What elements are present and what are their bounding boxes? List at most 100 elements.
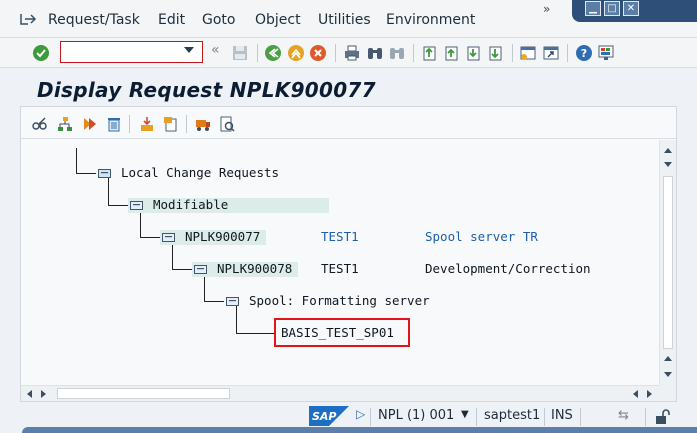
tree-connector <box>140 210 141 237</box>
release-icon[interactable] <box>138 115 156 133</box>
command-field[interactable] <box>60 41 203 63</box>
svg-text:?: ? <box>581 47 587 60</box>
horizontal-scrollbar[interactable] <box>21 385 659 401</box>
collapse-toolbar-icon[interactable]: « <box>211 42 220 58</box>
status-separator <box>370 408 371 426</box>
hierarchy-icon[interactable] <box>56 115 74 133</box>
sap-logo: SAP <box>309 406 349 426</box>
status-expand-icon[interactable]: ▷ <box>356 407 365 421</box>
menu-edit[interactable]: Edit <box>158 12 185 28</box>
scroll-down-icon[interactable] <box>664 162 672 167</box>
scroll-thumb[interactable] <box>57 388 230 399</box>
documentation-icon[interactable] <box>218 115 236 133</box>
task-id: NPLK900078 <box>217 261 293 276</box>
previous-page-icon[interactable] <box>443 44 461 62</box>
request-owner: TEST1 <box>321 229 359 244</box>
tree-connector <box>172 269 192 270</box>
tree-connector <box>140 237 160 238</box>
next-page-icon[interactable] <box>465 44 483 62</box>
maximize-icon[interactable]: □ <box>604 1 620 16</box>
toolbar-separator <box>512 44 513 62</box>
print-icon[interactable] <box>343 44 361 62</box>
title-bar: Display Request NPLK900077 <box>20 76 677 106</box>
node-label: Local Change Requests <box>121 165 280 180</box>
status-separator <box>645 408 646 426</box>
menu-utilities[interactable]: Utilities <box>318 12 371 28</box>
generate-shortcut-icon[interactable] <box>542 44 560 62</box>
folder-open-icon[interactable] <box>162 232 175 242</box>
menu-object[interactable]: Object <box>255 12 301 28</box>
exit-menu-icon[interactable] <box>18 11 38 27</box>
back-icon[interactable] <box>264 44 282 62</box>
status-separator <box>580 408 581 426</box>
application-toolbar <box>21 107 676 139</box>
create-session-icon[interactable] <box>519 44 537 62</box>
folder-open-icon[interactable] <box>194 264 207 274</box>
highlight-box <box>274 318 410 347</box>
toolbar-separator <box>413 44 414 62</box>
toolbar-separator <box>567 44 568 62</box>
tree-connector <box>76 148 77 173</box>
folder-open-icon[interactable] <box>130 200 143 210</box>
menu-request-task[interactable]: Request/Task <box>48 12 140 28</box>
add-object-icon[interactable] <box>162 115 180 133</box>
activate-icon[interactable] <box>81 115 99 133</box>
scroll-up-icon[interactable] <box>664 356 672 361</box>
find-icon[interactable] <box>366 44 384 62</box>
tree-connector <box>204 274 205 301</box>
delete-icon[interactable] <box>105 115 123 133</box>
tree-connector <box>76 173 96 174</box>
scroll-left-icon[interactable] <box>27 390 32 398</box>
request-description: Spool server TR <box>425 229 538 244</box>
tree-connector <box>172 242 173 269</box>
toolbar-separator <box>186 115 187 133</box>
close-icon[interactable]: ✕ <box>623 1 639 16</box>
scroll-corner <box>659 385 676 401</box>
save-icon[interactable] <box>231 44 249 62</box>
help-icon[interactable]: ? <box>575 44 593 62</box>
insert-mode: INS <box>551 408 573 423</box>
scroll-left-icon[interactable] <box>633 390 638 398</box>
tree-connector <box>236 306 237 333</box>
enter-check-icon[interactable] <box>32 44 50 62</box>
scroll-thumb[interactable] <box>663 176 673 349</box>
scroll-right-icon[interactable] <box>41 390 46 398</box>
transport-icon[interactable] <box>194 115 212 133</box>
window-bottom-border <box>22 427 697 433</box>
status-separator <box>544 408 545 426</box>
system-info: NPL (1) 001 <box>378 408 455 423</box>
task-owner: TEST1 <box>321 261 359 276</box>
cancel-icon[interactable] <box>309 44 327 62</box>
lock-open-icon[interactable] <box>654 409 670 425</box>
minimize-icon[interactable]: ▁ <box>585 1 601 16</box>
exit-icon[interactable] <box>287 44 305 62</box>
find-next-icon[interactable] <box>388 44 406 62</box>
menu-bar: Request/Task Edit Goto Object Utilities … <box>0 0 697 38</box>
task-description: Development/Correction <box>425 261 591 276</box>
scroll-up-icon[interactable] <box>664 148 672 153</box>
scroll-right-icon[interactable] <box>647 390 652 398</box>
request-tree: Local Change Requests Modifiable NPLK900… <box>21 140 659 385</box>
menu-overflow-icon[interactable]: » <box>543 2 559 18</box>
menu-environment[interactable]: Environment <box>386 12 475 28</box>
request-id: NPLK900077 <box>185 229 261 244</box>
page-title: Display Request NPLK900077 <box>37 78 376 102</box>
folder-open-icon[interactable] <box>98 168 111 178</box>
system-dropdown-icon[interactable]: ▼ <box>461 409 469 420</box>
host-name: saptest1 <box>484 408 541 423</box>
command-dropdown-icon[interactable] <box>184 47 194 53</box>
toolbar-separator <box>335 44 336 62</box>
vertical-scrollbar[interactable] <box>659 140 676 385</box>
toolbar-separator <box>257 44 258 62</box>
node-label: Modifiable <box>153 197 229 212</box>
scroll-down-icon[interactable] <box>664 372 672 377</box>
display-change-icon[interactable] <box>31 115 49 133</box>
last-page-icon[interactable] <box>487 44 505 62</box>
first-page-icon[interactable] <box>421 44 439 62</box>
window-controls: ▁ □ ✕ <box>572 0 697 22</box>
menu-goto[interactable]: Goto <box>202 12 235 28</box>
status-separator <box>476 408 477 426</box>
request-panel: Local Change Requests Modifiable NPLK900… <box>20 106 677 402</box>
customize-layout-icon[interactable] <box>597 44 615 62</box>
folder-open-icon[interactable] <box>226 296 239 306</box>
